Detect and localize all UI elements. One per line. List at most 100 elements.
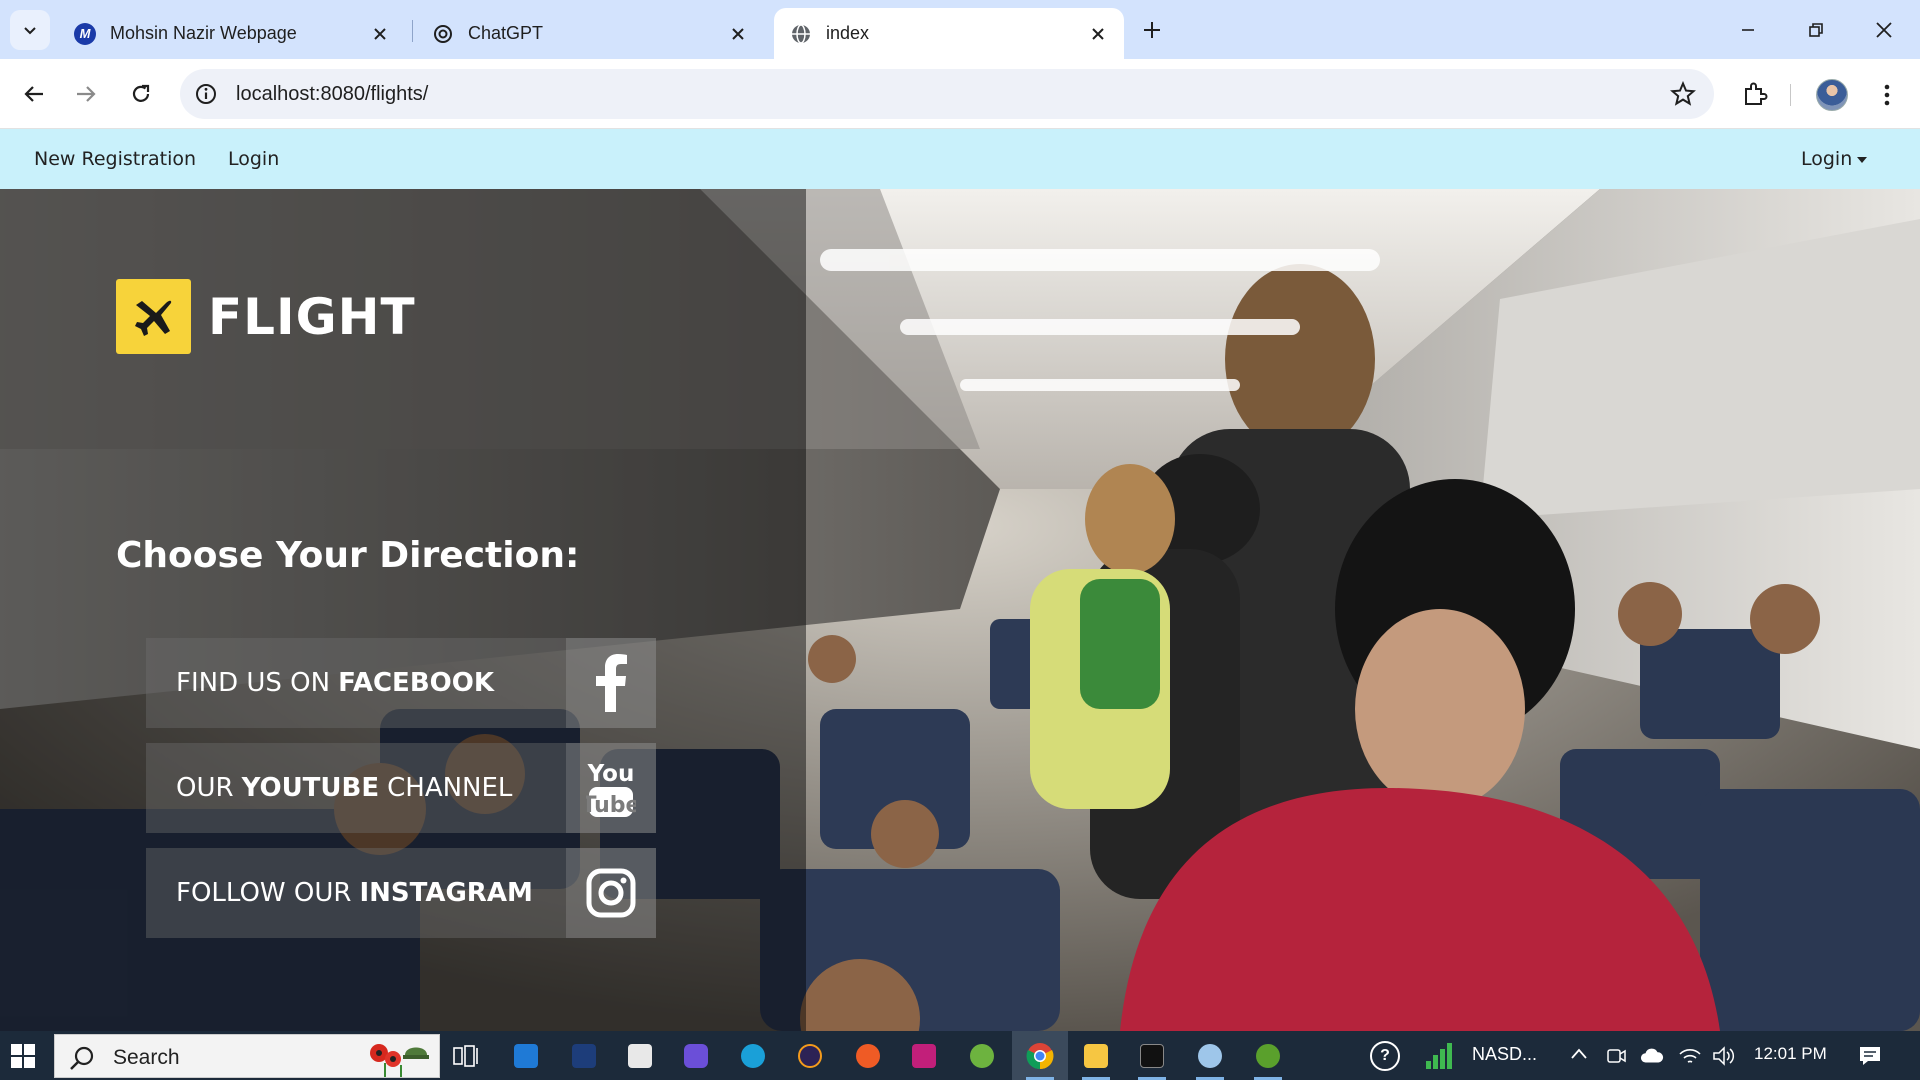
browser-menu-button[interactable] <box>1872 78 1902 112</box>
file-explorer-icon[interactable] <box>1078 1038 1114 1080</box>
tab-title: ChatGPT <box>468 23 544 43</box>
close-icon[interactable] <box>1086 22 1110 46</box>
clock-time[interactable]: 12:01 PM <box>1754 1044 1827 1064</box>
chevron-down-icon <box>24 27 36 35</box>
instagram-link[interactable]: FOLLOW OUR INSTAGRAM <box>146 848 656 938</box>
intellij-icon[interactable] <box>906 1038 942 1074</box>
profile-avatar[interactable] <box>1816 79 1848 111</box>
arrow-right-icon <box>77 86 96 102</box>
facebook-icon[interactable] <box>566 638 656 728</box>
stock-chart-icon[interactable] <box>1424 1041 1454 1071</box>
close-icon[interactable] <box>368 22 392 46</box>
search-icon <box>70 1046 94 1070</box>
bookmark-star-icon[interactable] <box>1670 81 1696 107</box>
instagram-icon[interactable] <box>566 848 656 938</box>
terminal-icon[interactable] <box>1134 1038 1170 1080</box>
facebook-link-text: FIND US ON FACEBOOK <box>146 638 566 728</box>
hero-section: FLIGHT Choose Your Direction: FIND US ON… <box>0 189 1920 1031</box>
social-text-bold: FACEBOOK <box>338 668 494 698</box>
flight-logo[interactable]: FLIGHT <box>116 279 416 354</box>
toolbar-divider <box>1790 84 1791 106</box>
kebab-menu-icon <box>1884 84 1890 106</box>
tab-mohsin-nazir[interactable]: M Mohsin Nazir Webpage <box>58 8 406 59</box>
window-close-button[interactable] <box>1864 10 1904 50</box>
url-text[interactable]: localhost:8080/flights/ <box>236 83 428 106</box>
windows-taskbar: Search ? NASD... 12:01 PM <box>0 1031 1920 1080</box>
airplane-icon <box>116 279 191 354</box>
volume-icon[interactable] <box>1712 1044 1736 1068</box>
svg-text:You: You <box>587 761 635 787</box>
puzzle-icon <box>1745 82 1768 105</box>
spring-tool-icon[interactable] <box>964 1038 1000 1074</box>
notifications-icon[interactable] <box>1858 1044 1882 1068</box>
svg-text:Tube: Tube <box>586 793 636 818</box>
taskbar-search-box[interactable]: Search <box>54 1034 440 1078</box>
minimize-button[interactable] <box>1728 10 1768 50</box>
globe-icon <box>790 23 812 45</box>
choose-direction-heading: Choose Your Direction: <box>116 535 580 576</box>
social-text-pre: FOLLOW OUR <box>176 878 352 908</box>
reload-icon <box>132 84 150 102</box>
minimize-icon <box>1742 29 1754 31</box>
code-editor-icon[interactable] <box>566 1038 602 1074</box>
browser-toolbar: localhost:8080/flights/ <box>0 59 1920 129</box>
social-text-pre: OUR <box>176 773 234 803</box>
media-player-icon[interactable] <box>678 1038 714 1074</box>
social-text-pre: FIND US ON <box>176 668 331 698</box>
social-text-bold: YOUTUBE <box>241 773 380 803</box>
task-view-icon[interactable] <box>448 1038 484 1074</box>
tab-separator <box>412 20 413 42</box>
help-icon[interactable]: ? <box>1370 1041 1400 1071</box>
address-bar[interactable]: localhost:8080/flights/ <box>180 69 1714 119</box>
new-tab-button[interactable] <box>1136 14 1168 46</box>
login-link[interactable]: Login <box>228 148 279 170</box>
store-icon[interactable] <box>622 1038 658 1074</box>
extensions-button[interactable] <box>1738 77 1772 111</box>
back-button[interactable] <box>14 74 54 114</box>
tab-search-button[interactable] <box>10 10 50 50</box>
reload-button[interactable] <box>121 74 161 114</box>
mail-icon[interactable] <box>508 1038 544 1074</box>
close-icon <box>1876 22 1892 38</box>
forward-button[interactable] <box>66 74 106 114</box>
plus-icon <box>1144 22 1160 38</box>
social-text-post: CHANNEL <box>387 773 513 803</box>
camera-icon[interactable] <box>1604 1044 1628 1068</box>
close-icon[interactable] <box>726 22 750 46</box>
tab-title: Mohsin Nazir Webpage <box>110 23 297 43</box>
caret-down-icon <box>1857 156 1868 163</box>
facebook-link[interactable]: FIND US ON FACEBOOK <box>146 638 656 728</box>
browser-tabstrip: M Mohsin Nazir Webpage ChatGPT index <box>0 0 1920 59</box>
restore-button[interactable] <box>1796 10 1836 50</box>
social-text-bold: INSTAGRAM <box>359 878 533 908</box>
youtube-link-text: OUR YOUTUBE CHANNEL <box>146 743 566 833</box>
chrome-icon[interactable] <box>1022 1038 1058 1080</box>
windows-start-icon[interactable] <box>10 1043 36 1069</box>
tab-title: index <box>826 23 870 43</box>
new-registration-link[interactable]: New Registration <box>34 148 196 170</box>
taskbar-search-placeholder: Search <box>113 1046 180 1069</box>
postman-icon[interactable] <box>850 1038 886 1074</box>
edge-icon[interactable] <box>735 1038 771 1074</box>
info-icon[interactable] <box>194 82 218 106</box>
chatgpt-icon <box>432 23 454 45</box>
tab-index[interactable]: index <box>774 8 1124 59</box>
youtube-icon[interactable]: You Tube <box>566 743 656 833</box>
eclipse-icon[interactable] <box>792 1038 828 1074</box>
site-navbar: New Registration Login Login <box>0 129 1920 189</box>
stock-ticker-text[interactable]: NASD... <box>1472 1044 1537 1065</box>
youtube-link[interactable]: OUR YOUTUBE CHANNEL You Tube <box>146 743 656 833</box>
poppy-flowers-icon <box>370 1044 429 1077</box>
arrow-left-icon <box>24 86 43 102</box>
cloud-icon[interactable] <box>1640 1044 1664 1068</box>
tab-chatgpt[interactable]: ChatGPT <box>416 8 764 59</box>
logo-text: FLIGHT <box>208 287 416 346</box>
chevron-up-icon[interactable] <box>1570 1047 1588 1061</box>
tab-favicon-m: M <box>74 22 96 45</box>
spring-boot-icon[interactable] <box>1250 1038 1286 1080</box>
paint-icon[interactable] <box>1192 1038 1228 1080</box>
login-dropdown[interactable]: Login <box>1801 148 1868 170</box>
instagram-link-text: FOLLOW OUR INSTAGRAM <box>146 848 566 938</box>
restore-icon <box>1809 23 1823 37</box>
wifi-icon[interactable] <box>1678 1044 1702 1068</box>
